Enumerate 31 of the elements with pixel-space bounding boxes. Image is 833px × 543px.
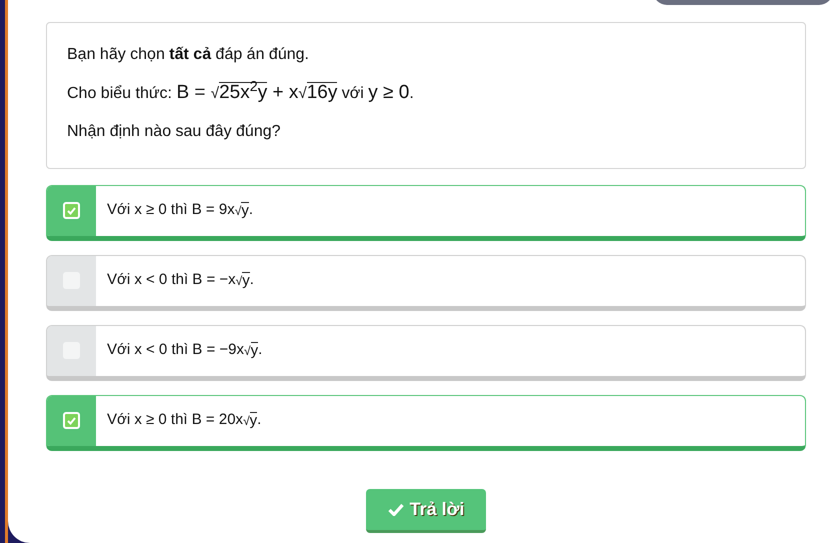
square-root: √25x$^{2}$y bbox=[210, 82, 268, 106]
text: . bbox=[409, 84, 414, 104]
text: . bbox=[248, 200, 253, 220]
checkbox[interactable] bbox=[63, 202, 80, 219]
check-icon bbox=[67, 206, 76, 214]
answer-option[interactable]: Với x < 0 thì B = −9x√y. bbox=[46, 324, 806, 380]
square-root: √y bbox=[234, 202, 249, 220]
math-text: B = bbox=[176, 81, 206, 105]
text: Bạn hãy chọn tất cả đáp án đúng. bbox=[67, 45, 309, 65]
text: Với x < 0 thì B = −x bbox=[107, 270, 236, 290]
text: . bbox=[250, 270, 254, 290]
square-root: √16y bbox=[298, 82, 338, 106]
answer-option[interactable]: Với x < 0 thì B = −x√y. bbox=[46, 254, 806, 310]
math-text: y ≥ 0 bbox=[368, 81, 410, 105]
text: Cho biểu thức: bbox=[67, 84, 173, 104]
answer-option[interactable]: Với x ≥ 0 thì B = 20x√y. bbox=[46, 394, 806, 450]
answer-option[interactable]: Với x ≥ 0 thì B = 9x√y. bbox=[46, 184, 806, 240]
math-text: + x bbox=[271, 81, 298, 105]
check-icon bbox=[67, 416, 76, 424]
text: . bbox=[257, 410, 262, 430]
text: Với x < 0 thì B = −9x bbox=[107, 340, 244, 360]
text: Với x ≥ 0 thì B = 20x bbox=[107, 410, 244, 430]
text: với bbox=[340, 84, 365, 104]
text: Nhận định nào sau đây đúng? bbox=[67, 122, 281, 142]
text: Với x ≥ 0 thì B = 9x bbox=[107, 200, 235, 220]
checkbox[interactable] bbox=[63, 412, 80, 429]
square-root: √y bbox=[236, 272, 250, 290]
square-root: √y bbox=[243, 412, 258, 430]
check-icon bbox=[388, 502, 404, 516]
text: . bbox=[258, 340, 262, 360]
square-root: √y bbox=[244, 342, 258, 360]
